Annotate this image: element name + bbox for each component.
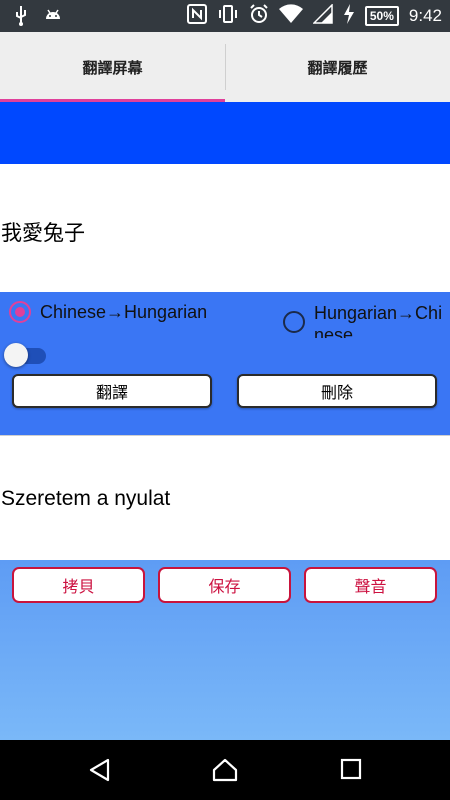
tab-translate-history[interactable]: 翻譯履歷	[225, 32, 450, 102]
clock-time: 9:42	[408, 6, 442, 25]
navigation-bar	[0, 740, 450, 800]
action-area: 拷貝 保存 聲音	[0, 560, 450, 740]
nfc-icon	[186, 4, 207, 28]
radio-hungarian-to-chinese[interactable]	[283, 311, 305, 333]
sound-button[interactable]: 聲音	[304, 567, 437, 603]
home-icon[interactable]	[212, 758, 238, 786]
header-band	[0, 102, 450, 164]
result-text: Szeretem a nyulat	[1, 487, 171, 510]
copy-button[interactable]: 拷貝	[12, 567, 145, 603]
source-text-area[interactable]: 我愛兔子	[0, 164, 450, 292]
translation-controls: Chinese→Hungarian Hungarian→Chi nese 翻譯 …	[0, 292, 450, 435]
save-button[interactable]: 保存	[158, 567, 291, 603]
alarm-icon	[249, 4, 269, 28]
radio-label-hungarian-to-chinese[interactable]: Hungarian→Chi nese	[314, 302, 450, 338]
battery-icon: 50%	[364, 6, 399, 26]
android-icon	[44, 7, 62, 29]
toggle-switch-thumb[interactable]	[4, 343, 28, 367]
tab-bar: 翻譯屏幕 翻譯履歷	[0, 32, 450, 103]
result-text-area: Szeretem a nyulat	[0, 435, 450, 561]
signal-icon	[312, 3, 333, 28]
back-icon[interactable]	[88, 758, 112, 786]
recents-icon[interactable]	[340, 758, 362, 784]
charging-icon	[343, 4, 355, 28]
source-text: 我愛兔子	[1, 221, 85, 245]
radio-label-chinese-to-hungarian[interactable]: Chinese→Hungarian	[40, 302, 207, 323]
translate-button[interactable]: 翻譯	[12, 374, 212, 408]
usb-icon	[14, 6, 28, 30]
tab-translate-screen[interactable]: 翻譯屏幕	[0, 32, 225, 102]
vibrate-icon	[217, 4, 239, 28]
delete-button[interactable]: 刪除	[237, 374, 437, 408]
status-bar: 50% 9:42	[0, 0, 450, 32]
radio-chinese-to-hungarian[interactable]	[9, 301, 31, 323]
wifi-icon	[278, 4, 303, 28]
